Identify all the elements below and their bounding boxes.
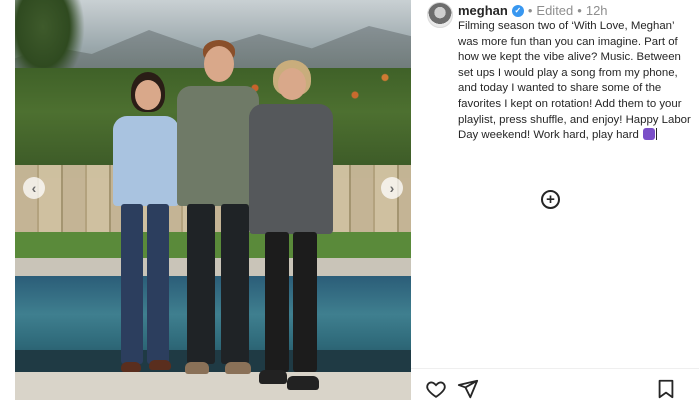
separator-dot: • [577,3,582,18]
post-photo[interactable]: ‹ › [15,0,411,400]
send-icon [457,379,479,399]
post-side-panel: meghan ✓ • Edited • 12h Filming season t… [411,0,699,400]
photo-person-right [247,60,337,400]
save-button[interactable] [655,378,677,400]
bookmark-icon [658,379,674,399]
like-button[interactable] [425,378,447,400]
share-button[interactable] [457,378,479,400]
photo-prev-button[interactable]: ‹ [23,177,45,199]
post-header: meghan ✓ • Edited • 12h [458,3,608,18]
add-button-glyph: + [546,191,555,208]
avatar[interactable] [427,2,453,28]
text-cursor [656,128,658,141]
verified-badge-icon: ✓ [511,4,524,17]
purple-emoji-icon [643,128,656,141]
post-caption: Filming season two of ‘With Love, Meghan… [458,19,691,144]
instagram-post-view: ‹ › meghan ✓ • Edited • 12h Filming seas… [0,0,699,400]
photo-next-button[interactable]: › [381,177,403,199]
heart-icon [426,381,446,398]
username-link[interactable]: meghan [458,3,508,18]
divider [411,368,699,369]
edited-label: Edited [536,3,574,18]
chevron-left-icon: ‹ [31,180,37,196]
plus-circle-icon[interactable]: + [541,190,560,209]
post-timestamp[interactable]: 12h [586,3,608,18]
caption-text: Filming season two of ‘With Love, Meghan… [458,20,691,142]
separator-dot: • [527,3,533,18]
chevron-right-icon: › [389,180,395,196]
